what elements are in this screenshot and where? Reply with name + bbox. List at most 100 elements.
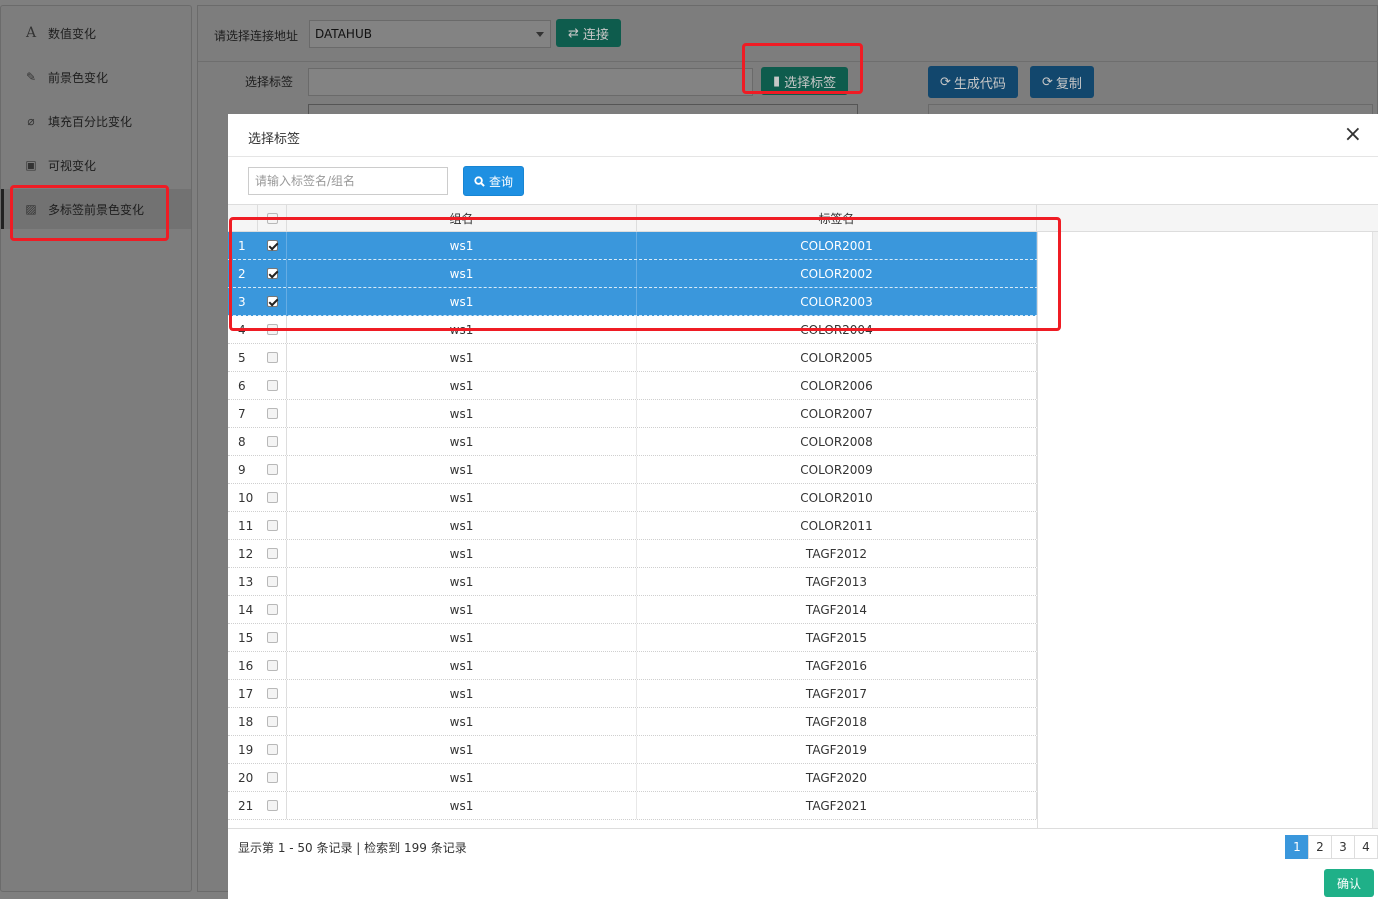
table-row[interactable]: 9 ws1 COLOR2009 — [228, 456, 1038, 484]
connect-button[interactable]: ⇄ 连接 — [556, 19, 621, 47]
table-row[interactable]: 14 ws1 TAGF2014 — [228, 596, 1038, 624]
row-checkbox-cell[interactable] — [258, 764, 287, 791]
table-row[interactable]: 21 ws1 TAGF2021 — [228, 792, 1038, 820]
confirm-button[interactable]: 确认 — [1324, 869, 1374, 897]
row-checkbox-cell[interactable] — [258, 428, 287, 455]
row-checkbox-cell[interactable] — [258, 484, 287, 511]
table-row[interactable]: 13 ws1 TAGF2013 — [228, 568, 1038, 596]
tag-name-cell: TAGF2017 — [637, 680, 1037, 707]
tag-name-cell: TAGF2021 — [637, 792, 1037, 819]
group-name-cell: ws1 — [287, 484, 637, 511]
group-name-cell: ws1 — [287, 344, 637, 371]
group-name-cell: ws1 — [287, 428, 637, 455]
row-checkbox[interactable] — [266, 520, 278, 531]
connection-label: 请选择连接地址 — [214, 29, 299, 43]
row-checkbox-cell[interactable] — [258, 400, 287, 427]
table-row[interactable]: 12 ws1 TAGF2012 — [228, 540, 1038, 568]
table-row[interactable]: 16 ws1 TAGF2016 — [228, 652, 1038, 680]
row-number: 15 — [238, 630, 254, 645]
row-checkbox[interactable] — [266, 688, 278, 699]
page-link-2[interactable]: 2 — [1308, 835, 1332, 859]
row-checkbox-cell[interactable] — [258, 708, 287, 735]
row-checkbox[interactable] — [266, 800, 278, 811]
row-checkbox-cell[interactable] — [258, 540, 287, 567]
tag-name-cell: TAGF2019 — [637, 736, 1037, 763]
row-checkbox-cell[interactable] — [258, 568, 287, 595]
row-checkbox[interactable] — [266, 352, 278, 363]
row-checkbox[interactable] — [266, 744, 278, 755]
tag-name-cell: TAGF2020 — [637, 764, 1037, 791]
search-input[interactable] — [248, 167, 448, 195]
table-row[interactable]: 10 ws1 COLOR2010 — [228, 484, 1038, 512]
search-icon — [474, 175, 485, 187]
thermometer-icon: ⌀ — [27, 114, 35, 128]
swap-icon: ⇄ — [568, 25, 579, 41]
row-checkbox[interactable] — [266, 380, 278, 391]
row-checkbox[interactable] — [266, 492, 278, 503]
generate-code-button[interactable]: ⟳ 生成代码 — [928, 66, 1018, 98]
row-checkbox-cell[interactable] — [258, 792, 287, 819]
page-link-4[interactable]: 4 — [1354, 835, 1378, 859]
row-number: 10 — [238, 490, 254, 505]
vertical-scrollbar[interactable] — [1372, 232, 1378, 828]
row-checkbox[interactable] — [266, 436, 278, 447]
table-row[interactable]: 8 ws1 COLOR2008 — [228, 428, 1038, 456]
connect-button-label: 连接 — [582, 27, 609, 43]
row-checkbox[interactable] — [266, 716, 278, 727]
table-row[interactable]: 20 ws1 TAGF2020 — [228, 764, 1038, 792]
group-name-cell: ws1 — [287, 680, 637, 707]
row-checkbox[interactable] — [266, 632, 278, 643]
table-row[interactable]: 7 ws1 COLOR2007 — [228, 400, 1038, 428]
table-row[interactable]: 18 ws1 TAGF2018 — [228, 708, 1038, 736]
page-link-1[interactable]: 1 — [1285, 835, 1309, 859]
refresh-icon: ⟳ — [1042, 74, 1053, 90]
tag-input[interactable] — [308, 68, 753, 96]
group-name-cell: ws1 — [287, 652, 637, 679]
tag-name-cell: COLOR2006 — [637, 372, 1037, 399]
row-checkbox[interactable] — [266, 576, 278, 587]
pagination: 1234 — [1285, 835, 1378, 859]
annotation-box-sidebar — [10, 185, 169, 241]
sidebar-item-value-change[interactable]: A 数值变化 — [1, 13, 191, 53]
table-row[interactable]: 17 ws1 TAGF2017 — [228, 680, 1038, 708]
sidebar-item-visibility[interactable]: ▣ 可视变化 — [1, 145, 191, 185]
row-number: 20 — [238, 770, 254, 785]
row-checkbox[interactable] — [266, 660, 278, 671]
table-row[interactable]: 6 ws1 COLOR2006 — [228, 372, 1038, 400]
sidebar: A 数值变化 ✎ 前景色变化 ⌀ 填充百分比变化 ▣ 可视变化 ▨ 多标签前景色… — [0, 5, 192, 892]
row-number: 7 — [238, 406, 246, 421]
row-number: 14 — [238, 602, 254, 617]
connection-select[interactable]: DATAHUB — [309, 20, 551, 48]
sidebar-item-fill-percent[interactable]: ⌀ 填充百分比变化 — [1, 101, 191, 141]
row-checkbox-cell[interactable] — [258, 512, 287, 539]
table-row[interactable]: 15 ws1 TAGF2015 — [228, 624, 1038, 652]
row-checkbox-cell[interactable] — [258, 344, 287, 371]
tag-name-cell: TAGF2014 — [637, 596, 1037, 623]
table-row[interactable]: 11 ws1 COLOR2011 — [228, 512, 1038, 540]
row-checkbox-cell[interactable] — [258, 596, 287, 623]
table-row[interactable]: 19 ws1 TAGF2019 — [228, 736, 1038, 764]
row-number: 19 — [238, 742, 254, 757]
page-link-3[interactable]: 3 — [1331, 835, 1355, 859]
row-checkbox-cell[interactable] — [258, 624, 287, 651]
copy-button[interactable]: ⟳ 复制 — [1030, 66, 1094, 98]
row-checkbox[interactable] — [266, 772, 278, 783]
sidebar-item-label: 前景色变化 — [48, 70, 109, 85]
table-row[interactable]: 5 ws1 COLOR2005 — [228, 344, 1038, 372]
tag-label: 选择标签 — [245, 75, 294, 89]
query-button[interactable]: 查询 — [463, 166, 524, 196]
row-checkbox-cell[interactable] — [258, 680, 287, 707]
close-icon[interactable]: × — [1344, 124, 1362, 146]
row-checkbox-cell[interactable] — [258, 372, 287, 399]
row-checkbox[interactable] — [266, 548, 278, 559]
row-checkbox-cell[interactable] — [258, 456, 287, 483]
row-checkbox-cell[interactable] — [258, 736, 287, 763]
row-checkbox[interactable] — [266, 408, 278, 419]
tag-name-cell: COLOR2008 — [637, 428, 1037, 455]
sidebar-item-foreground-color[interactable]: ✎ 前景色变化 — [1, 57, 191, 97]
row-checkbox[interactable] — [266, 604, 278, 615]
generate-code-button-label: 生成代码 — [953, 76, 1006, 92]
row-checkbox[interactable] — [266, 464, 278, 475]
row-checkbox-cell[interactable] — [258, 652, 287, 679]
tag-name-cell: TAGF2016 — [637, 652, 1037, 679]
